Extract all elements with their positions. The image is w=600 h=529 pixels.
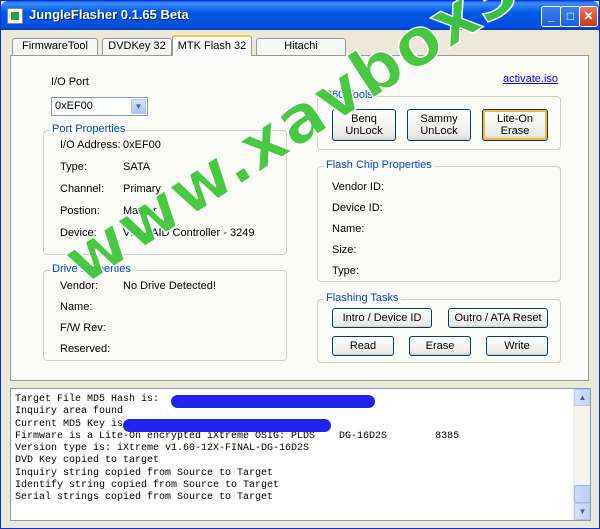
io-port-value: 0xEF00 [55,100,93,112]
port-properties-title: Port Properties [50,123,128,135]
scroll-thumb[interactable] [574,485,590,503]
drive-prop-label: Vendor: [60,280,98,292]
redaction-bar [171,395,375,408]
scroll-up-icon[interactable]: ▲ [574,389,590,406]
log-line: Serial strings copied from Source to Tar… [15,492,274,504]
app-icon [7,8,23,24]
drive-properties-group: Drive Properties Vendor: No Drive Detect… [43,263,287,361]
log-line: Identify string copied from Source to Ta… [15,480,280,492]
flashing-tasks-title: Flashing Tasks [324,292,401,304]
port-prop-label: Postion: [60,205,100,217]
port-prop-value: Master [123,205,157,217]
tools-360-group: 360 Tools Benq UnLock Sammy UnLock Lite-… [317,89,561,150]
log-lines: Target File MD5 Hash is: Inquiry area fo… [15,394,459,505]
drive-prop-label: Name: [60,301,93,313]
flash-chip-group: Flash Chip Properties Vendor ID: Device … [317,159,561,282]
tab-firmwaretool-32[interactable]: FirmwareTool 32 [12,38,98,67]
title-bar[interactable]: JungleFlasher 0.1.65 Beta _ □ ✕ [1,1,599,30]
erase-button[interactable]: Erase [409,336,471,356]
flash-chip-label: Name: [332,223,365,235]
intro-device-id-button[interactable]: Intro / Device ID [332,308,432,328]
window-title: JungleFlasher 0.1.65 Beta [29,7,189,22]
log-line: DVD Key copied to target [15,455,160,467]
io-port-label: I/O Port [51,76,89,88]
flashing-tasks-group: Flashing Tasks Intro / Device ID Outro /… [317,292,561,363]
port-properties-group: Port Properties I/O Address: 0xEF00 Type… [43,123,287,255]
log-output[interactable]: Target File MD5 Hash is: Inquiry area fo… [10,388,591,521]
flash-chip-title: Flash Chip Properties [324,159,434,171]
drive-prop-label: F/W Rev: [60,322,106,334]
port-prop-label: I/O Address: [60,139,121,151]
drive-properties-title: Drive Properties [50,263,133,275]
port-prop-value: SATA [123,161,151,173]
log-line: Inquiry string copied from Source to Tar… [15,467,274,479]
tab-hitachi-gdr3120[interactable]: Hitachi GDR3120 [256,38,346,67]
io-port-select[interactable]: 0xEF00 ▼ [51,97,148,116]
port-prop-label: Channel: [60,183,105,195]
minimize-button[interactable]: _ [541,6,562,27]
flash-chip-label: Size: [332,244,357,256]
flash-chip-label: Type: [332,265,359,277]
sammy-unlock-button[interactable]: Sammy UnLock [407,109,471,141]
mtk-flash-panel: I/O Port 0xEF00 ▼ activate.iso Port Prop… [10,55,589,381]
tab-dvdkey-32[interactable]: DVDKey 32 [102,38,172,55]
log-scrollbar[interactable]: ▲ ▼ [573,389,590,520]
flash-chip-label: Vendor ID: [332,181,384,193]
port-prop-label: Device: [60,227,97,239]
lite-on-erase-button[interactable]: Lite-On Erase [482,109,548,141]
log-line: Inquiry area found [15,406,124,418]
activate-iso-link[interactable]: activate.iso [503,73,558,85]
flash-chip-label: Device ID: [332,202,383,214]
write-button[interactable]: Write [486,336,548,356]
redaction-bar [123,419,331,432]
port-prop-label: Type: [60,161,87,173]
app-window: JungleFlasher 0.1.65 Beta _ □ ✕ Firmware… [0,0,600,529]
tools-360-title: 360 Tools [324,89,375,101]
read-button[interactable]: Read [332,336,394,356]
tab-mtk-flash-32[interactable]: MTK Flash 32 [172,35,252,56]
close-button[interactable]: ✕ [579,6,598,27]
chevron-down-icon[interactable]: ▼ [131,99,146,114]
drive-prop-label: Reserved: [60,343,111,355]
port-prop-value: 0xEF00 [123,139,161,151]
port-prop-value: VIA RAID Controller - 3249 [123,227,255,239]
log-line: Firmware is a Lite-On encrypted iXtreme … [15,430,460,442]
benq-unlock-button[interactable]: Benq UnLock [332,109,396,141]
scroll-down-icon[interactable]: ▼ [574,503,590,520]
log-line: Version type is: iXtreme v1.60-12X-FINAL… [15,443,310,455]
port-prop-value: Primary [123,183,161,195]
outro-ata-reset-button[interactable]: Outro / ATA Reset [448,308,548,328]
drive-prop-value: No Drive Detected! [123,280,216,292]
maximize-button[interactable]: □ [560,6,581,27]
